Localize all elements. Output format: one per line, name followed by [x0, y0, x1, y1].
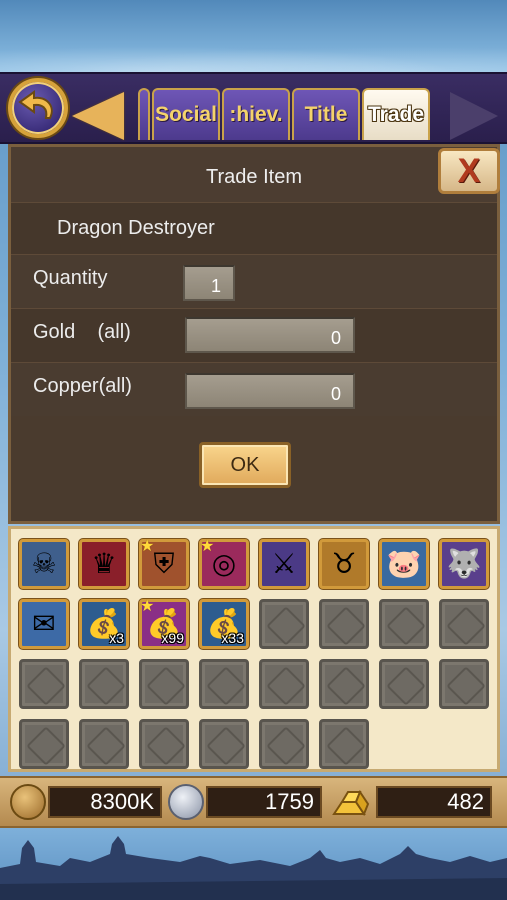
empty-slot[interactable]: [139, 719, 189, 769]
inventory-item[interactable]: ♉: [319, 539, 369, 589]
castle-skyline: [0, 828, 507, 900]
ok-button[interactable]: OK: [199, 442, 291, 488]
item-count: x3: [109, 630, 124, 646]
inventory-item[interactable]: ⚔: [259, 539, 309, 589]
empty-slot[interactable]: [259, 659, 309, 709]
copper-label: Copper(all): [33, 375, 132, 397]
crossed-axes-icon: ⚔: [271, 547, 297, 580]
pig-icon: 🐷: [386, 547, 422, 580]
inventory-item[interactable]: ✉: [19, 599, 69, 649]
star-icon: ★: [200, 536, 215, 555]
skull-helmet-icon: ☠: [31, 547, 57, 580]
empty-slot[interactable]: [379, 659, 429, 709]
sky-background: [0, 0, 507, 72]
copper-row: Copper(all) 0: [11, 362, 497, 416]
tab-strip: Social :hiev. Title Trade: [138, 88, 430, 140]
inventory-item[interactable]: 💰 x3: [79, 599, 129, 649]
inventory-item[interactable]: ♛: [79, 539, 129, 589]
crown-icon: ♛: [91, 547, 117, 580]
gold-row: Gold (all) 0: [11, 308, 497, 362]
item-name: Dragon Destroyer: [11, 202, 497, 254]
empty-slot[interactable]: [259, 599, 309, 649]
tab-title[interactable]: Title: [292, 88, 360, 140]
empty-slot[interactable]: [19, 719, 69, 769]
empty-slot[interactable]: [79, 719, 129, 769]
empty-slot[interactable]: [199, 659, 249, 709]
item-count: x33: [221, 630, 244, 646]
inventory-item[interactable]: ⛨ ★: [139, 536, 189, 589]
tab-trade[interactable]: Trade: [362, 88, 430, 140]
empty-slot[interactable]: [319, 719, 369, 769]
empty-slot[interactable]: [199, 719, 249, 769]
wolf-icon: 🐺: [446, 547, 482, 580]
quantity-label: Quantity: [33, 267, 108, 289]
quantity-input[interactable]: 1: [183, 265, 235, 301]
empty-slot[interactable]: [439, 599, 489, 649]
empty-slot[interactable]: [139, 659, 189, 709]
tab-partial[interactable]: [138, 88, 150, 140]
copper-input[interactable]: 0: [185, 373, 355, 409]
empty-slot[interactable]: [259, 719, 309, 769]
empty-slot[interactable]: [79, 659, 129, 709]
gold-amount: 8300K: [48, 786, 162, 818]
quantity-row: Quantity 1: [11, 254, 497, 308]
tab-achievements[interactable]: :hiev.: [222, 88, 290, 140]
inventory-item[interactable]: 🐺: [439, 539, 489, 589]
gold-input[interactable]: 0: [185, 317, 355, 353]
inventory-item[interactable]: ☠: [19, 539, 69, 589]
tab-prev-arrow-icon[interactable]: [72, 92, 124, 140]
silver-amount: 1759: [206, 786, 322, 818]
close-button[interactable]: X: [438, 148, 500, 194]
return-arrow-icon: [18, 90, 53, 119]
gems-amount: 482: [376, 786, 492, 818]
gold-bars-icon: [330, 784, 372, 820]
inventory-item[interactable]: ◎ ★: [199, 536, 249, 589]
gold-coin-icon: [10, 784, 46, 820]
item-count: x99: [161, 630, 184, 646]
skyline-silhouette-icon: [0, 836, 507, 900]
silver-coin-icon: [168, 784, 204, 820]
empty-slot[interactable]: [319, 599, 369, 649]
star-icon: ★: [140, 536, 155, 555]
empty-slot[interactable]: [19, 659, 69, 709]
scroll-icon: ✉: [32, 607, 56, 640]
golden-beast-icon: ♉: [331, 547, 357, 580]
star-icon: ★: [140, 596, 155, 615]
inventory-item[interactable]: 💰 ★ x99: [139, 596, 189, 649]
inventory-item[interactable]: 💰 x33: [199, 599, 249, 649]
dialog-title: Trade Item: [11, 147, 497, 207]
inventory-item[interactable]: 🐷: [379, 539, 429, 589]
empty-slot[interactable]: [379, 599, 429, 649]
gold-label: Gold (all): [33, 321, 131, 343]
tab-social[interactable]: Social: [152, 88, 220, 140]
empty-slot[interactable]: [439, 659, 489, 709]
tab-next-arrow-icon[interactable]: [450, 92, 498, 140]
back-button[interactable]: [8, 78, 68, 138]
empty-slot[interactable]: [319, 659, 369, 709]
inventory-grid: ☠ ♛ ⛨ ★ ◎ ★ ⚔ ♉ 🐷 🐺 ✉ 💰 x3 💰 ★ x99 💰 x33: [8, 526, 500, 772]
